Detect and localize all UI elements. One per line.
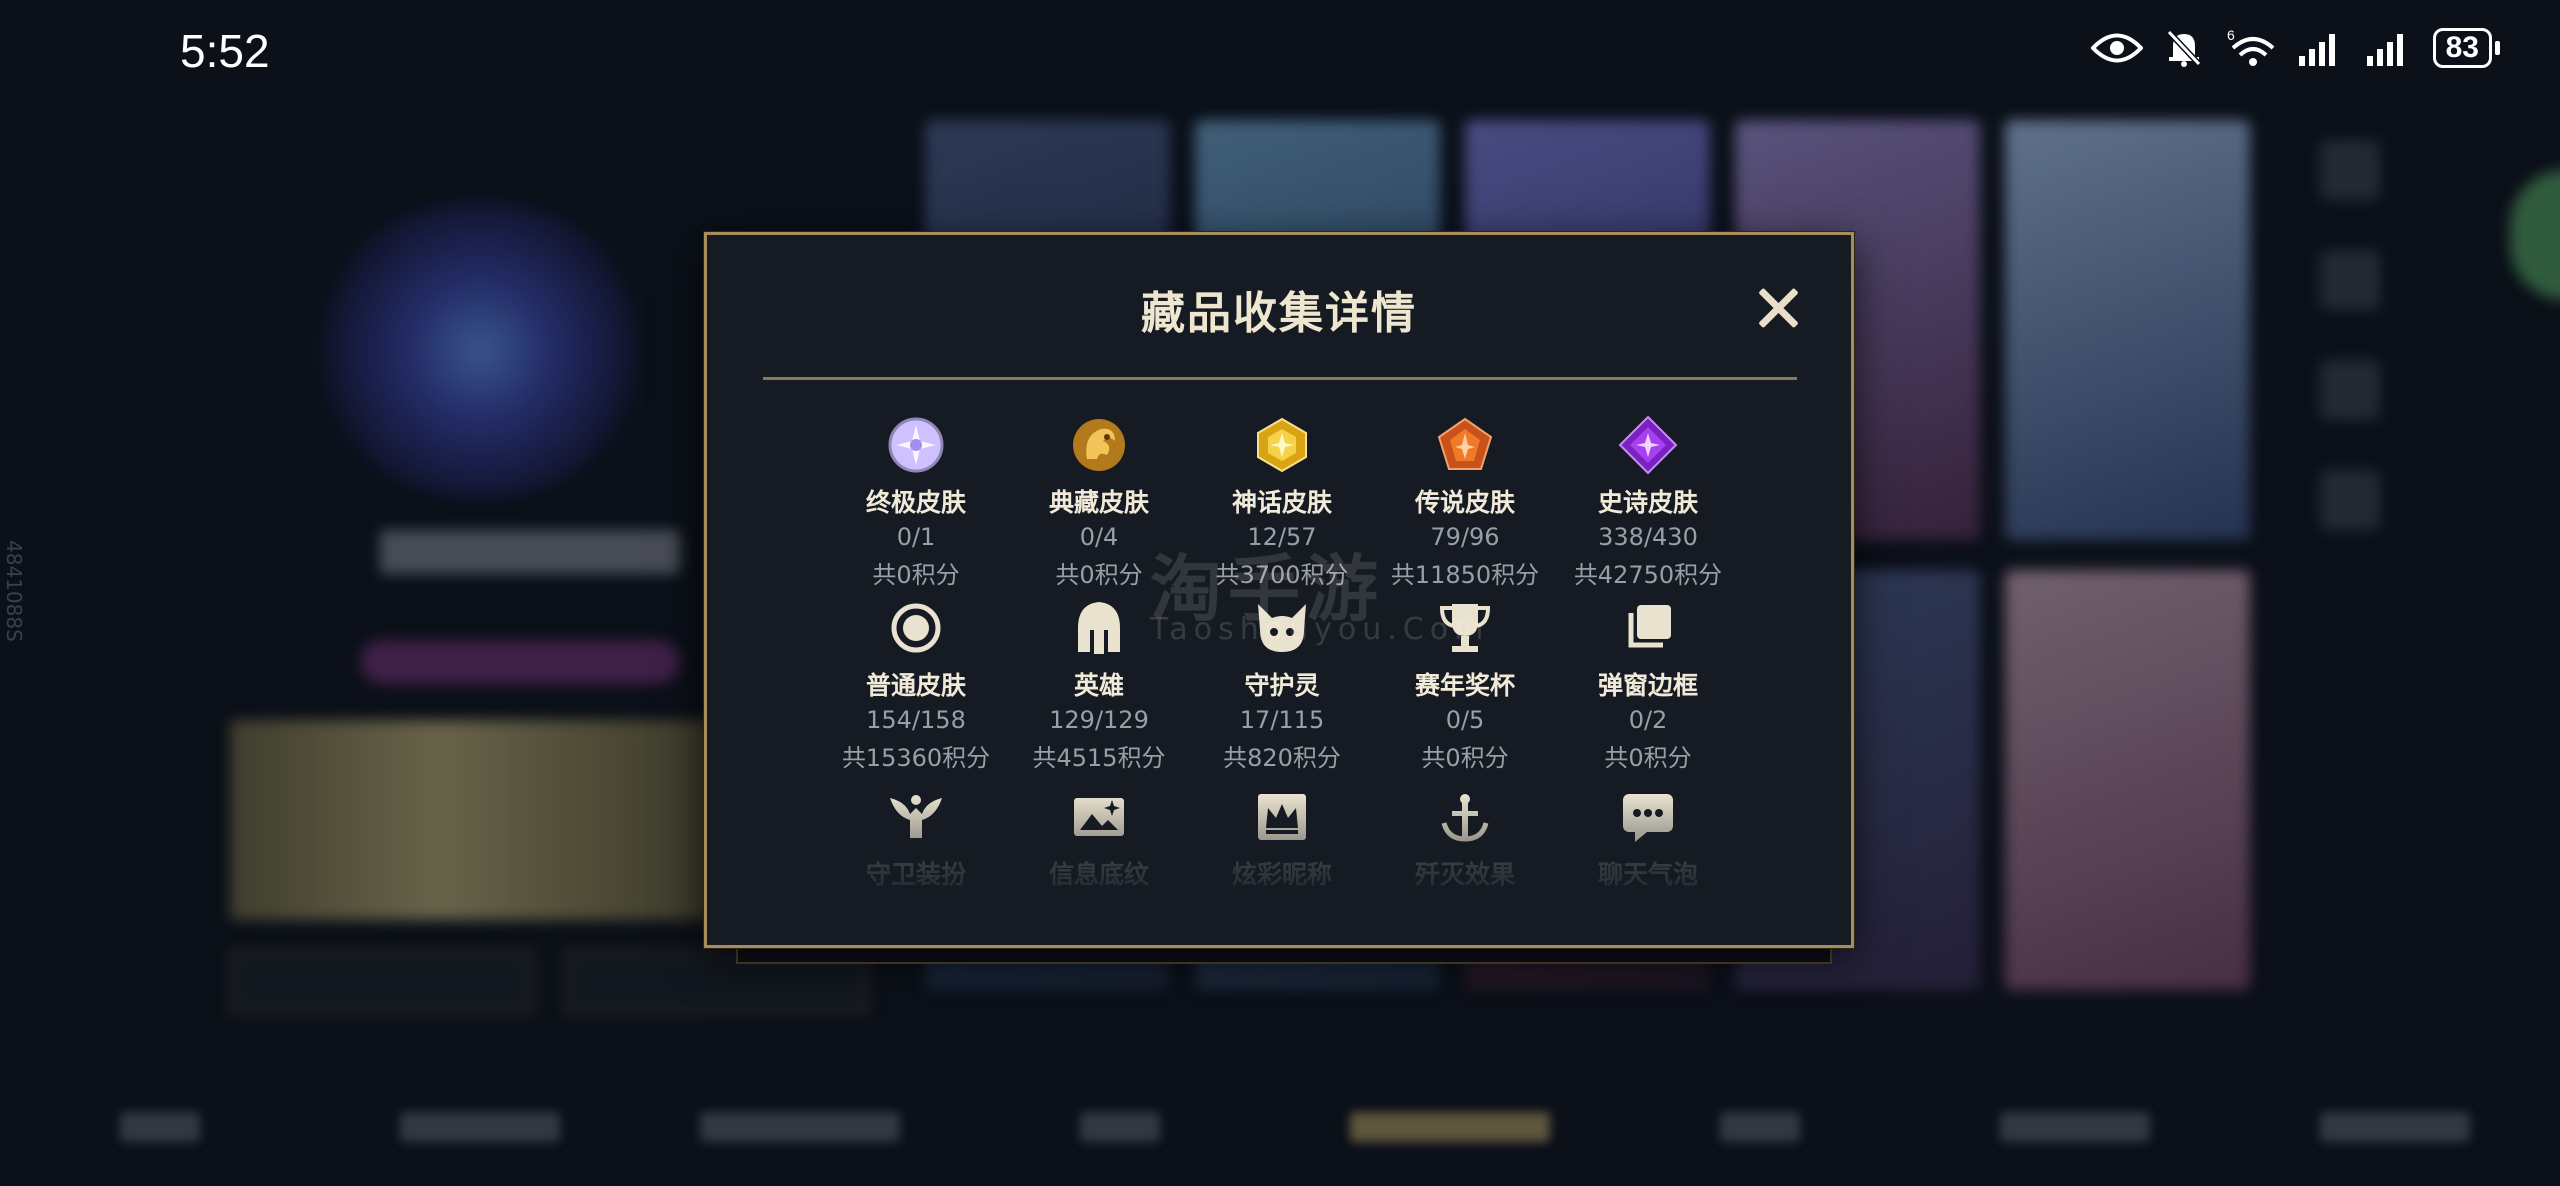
item-points: 共0积分 [872,561,960,589]
side-id-text: 4841088S [2,540,26,642]
bottom-nav-item [1720,1112,1800,1142]
battery-tip [2495,41,2500,55]
item-name: 典藏皮肤 [1048,488,1149,517]
bottom-nav-item [400,1112,560,1142]
ultimate-skin-icon [886,415,946,475]
collection-item-normal-skin[interactable]: 普通皮肤 154/158 共15360积分 [816,598,1016,773]
item-name: 英雄 [1073,671,1124,700]
clock: 5:52 [180,25,270,77]
eye-icon [2090,33,2143,63]
item-points: 共820积分 [1223,744,1341,772]
collection-item-chat-bubble[interactable]: 聊天气泡 [1548,787,1748,891]
title-divider [763,377,1797,380]
item-name: 终极皮肤 [865,488,966,517]
item-points: 共4515积分 [1032,744,1166,772]
status-icons: 6 83 [2090,28,2500,68]
bg-gold-banner [230,720,750,920]
epic-skin-icon [1618,415,1678,475]
item-count: 338/430 [1598,523,1698,551]
legend-skin-icon [1435,415,1495,475]
item-count: 154/158 [866,706,966,734]
status-bar: 5:52 6 83 [0,0,2560,110]
item-name: 普通皮肤 [865,671,966,700]
modal-title: 藏品收集详情 [1141,288,1417,339]
bottom-nav-item [1080,1112,1160,1142]
colorful-nickname-icon [1252,787,1312,847]
bottom-nav [0,1100,2560,1160]
bg-pill [360,640,680,684]
bg-side-button [2320,360,2380,420]
info-background-icon [1069,787,1129,847]
item-count: 0/2 [1628,706,1668,734]
item-name: 守卫装扮 [865,860,966,889]
item-name: 信息底纹 [1048,860,1149,889]
item-name: 聊天气泡 [1597,860,1698,889]
bg-title [380,530,680,574]
bottom-nav-item [120,1112,200,1142]
battery-indicator: 83 [2432,28,2500,68]
guard-outfit-icon [886,787,946,847]
myth-skin-icon [1252,415,1312,475]
skin-card [2005,120,2250,540]
svg-text:6: 6 [2227,28,2235,43]
item-name: 传说皮肤 [1414,488,1515,517]
item-name: 守护灵 [1244,671,1320,700]
item-name: 赛年奖杯 [1414,671,1515,700]
bottom-nav-item [700,1112,900,1142]
item-name: 炫彩昵称 [1231,860,1332,889]
item-count: 79/96 [1430,523,1500,551]
bg-floating-bubble [2510,170,2560,300]
item-count: 0/1 [896,523,936,551]
modal-shadow [736,948,1832,964]
collection-item-epic-skin[interactable]: 史诗皮肤 338/430 共42750积分 [1548,415,1748,590]
item-points: 共0积分 [1421,744,1509,772]
item-points: 共42750积分 [1573,561,1723,589]
signal-icon [2298,34,2335,66]
annihilate-effect-icon [1435,787,1495,847]
bottom-nav-item-active [1350,1112,1550,1142]
bg-side-button [2320,250,2380,310]
bottom-nav-item [2320,1112,2470,1142]
item-points: 共0积分 [1604,744,1692,772]
item-name: 歼灭效果 [1414,860,1515,889]
close-icon[interactable] [1755,285,1801,331]
item-points: 共15360积分 [841,744,991,772]
item-points: 共11850积分 [1390,561,1540,589]
collection-item-popup-frame[interactable]: 弹窗边框 0/2 共0积分 [1548,598,1748,773]
bottom-nav-item [2000,1112,2150,1142]
item-count: 17/115 [1239,706,1325,734]
collection-item-guard-outfit[interactable]: 守卫装扮 [816,787,1016,891]
bg-side-button [2320,470,2380,530]
collection-item-colorful-nickname[interactable]: 炫彩昵称 [1182,787,1382,891]
normal-skin-icon [886,598,946,658]
skin-card [2005,570,2250,990]
collection-item-legend-skin[interactable]: 传说皮肤 79/96 共11850积分 [1365,415,1565,590]
battery-level: 83 [2432,28,2492,68]
collection-item-info-background[interactable]: 信息底纹 [999,787,1199,891]
item-name: 史诗皮肤 [1597,488,1698,517]
signal-icon [2366,34,2403,66]
wifi-icon: 6 [2227,28,2274,66]
hero-helmet-icon [1069,598,1129,658]
chat-bubble-icon [1618,787,1678,847]
mute-bell-icon [2166,29,2201,67]
bg-side-button [2320,140,2380,200]
collection-skin-icon [1069,415,1129,475]
watermark-en: Taoshouyou.Com [1150,612,1490,647]
collection-item-ultimate-skin[interactable]: 终极皮肤 0/1 共0积分 [816,415,1016,590]
item-count: 129/129 [1049,706,1149,734]
collection-item-annihilate-effect[interactable]: 歼灭效果 [1365,787,1565,891]
item-name: 神话皮肤 [1231,488,1332,517]
collection-orb [300,200,660,500]
item-count: 0/5 [1445,706,1485,734]
popup-frame-icon [1618,598,1678,658]
item-name: 弹窗边框 [1597,671,1698,700]
bg-button-left [230,950,534,1014]
